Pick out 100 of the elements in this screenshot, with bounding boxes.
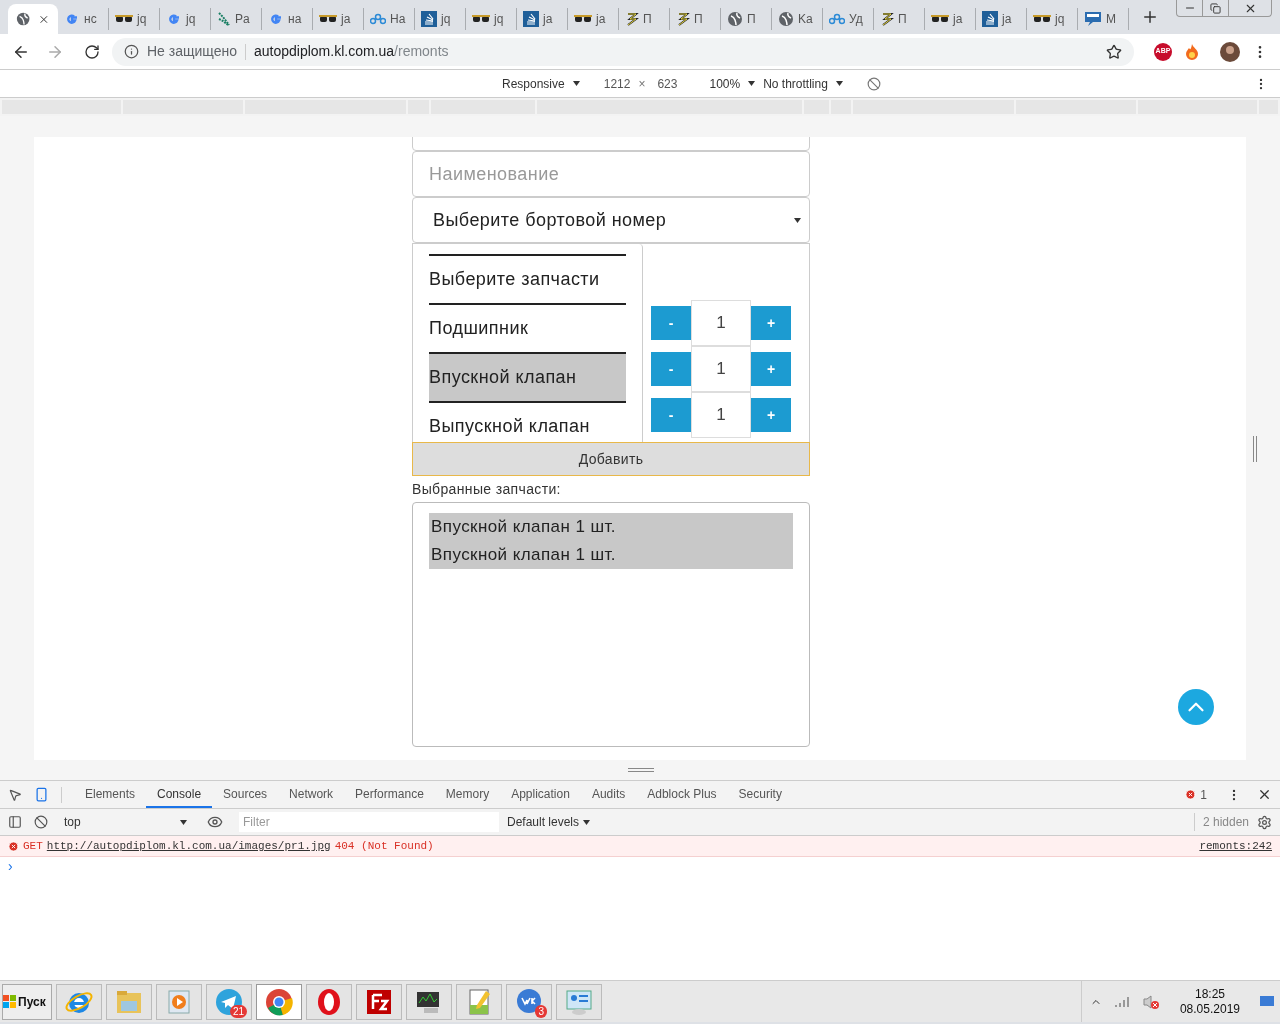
selected-part-option[interactable]: Впускной клапан 1 шт. <box>429 513 793 541</box>
sunglasses-icon <box>931 14 949 24</box>
devtools-tab[interactable]: Performance <box>344 781 435 808</box>
globe-icon <box>16 11 31 27</box>
device-dropdown[interactable]: Responsive <box>502 74 565 93</box>
devtools-tab[interactable]: Security <box>727 781 793 808</box>
error-icon <box>8 840 19 852</box>
zoom-dropdown[interactable]: 100% <box>709 74 741 93</box>
start-button[interactable]: Пуск <box>2 983 52 1020</box>
quantity-field[interactable]: 1 <box>691 346 751 392</box>
eye-icon[interactable] <box>207 814 223 830</box>
devtools-tab[interactable]: Network <box>278 781 345 808</box>
inspect-icon[interactable] <box>8 787 22 802</box>
browser-tab[interactable]: ja <box>925 8 976 30</box>
part-option[interactable]: Впускной клапан <box>429 352 626 401</box>
stack-icon <box>982 11 998 27</box>
browser-tab[interactable]: jq <box>109 8 160 30</box>
devtools-tab[interactable]: Elements <box>74 781 147 808</box>
clock[interactable]: 18:25 08.05.2019 <box>1171 986 1248 1017</box>
selected-parts-label: Выбранные запчасти: <box>412 480 562 499</box>
devtools-tab[interactable]: Memory <box>434 781 501 808</box>
resize-handle[interactable] <box>1253 436 1257 462</box>
coins-icon <box>880 11 894 27</box>
taskbar-app[interactable]: 3 <box>506 983 552 1020</box>
height-field[interactable]: 623 <box>657 74 678 93</box>
clear-console-icon[interactable] <box>34 815 48 829</box>
sunglasses-icon <box>472 14 490 24</box>
taskbar-app[interactable] <box>306 983 352 1020</box>
browser-tab[interactable]: Pa <box>211 8 262 30</box>
device-icon[interactable] <box>34 787 49 802</box>
screen-icon <box>1084 11 1102 27</box>
signal-icon[interactable] <box>1113 995 1130 1008</box>
settings-icon[interactable] <box>1257 814 1272 830</box>
browser-tab[interactable]: на <box>262 8 313 30</box>
browser-tab[interactable]: П <box>721 8 772 30</box>
devtools-tab[interactable]: Application <box>500 781 581 808</box>
browser-tab[interactable]: П <box>619 8 670 30</box>
browser-tab[interactable]: Ka <box>772 8 823 30</box>
error-url-link[interactable]: http://autopdiplom.kl.com.ua/images/pr1.jpg <box>46 837 331 855</box>
muted-speaker-icon[interactable] <box>1141 993 1160 1010</box>
throttling-dropdown[interactable]: No throttling <box>763 74 828 93</box>
width-field[interactable]: 1212 <box>603 74 631 93</box>
browser-tab[interactable]: Ha <box>364 8 415 30</box>
security-label: Не защищено <box>147 42 237 61</box>
selected-part-option[interactable]: Впускной клапан 1 шт. <box>429 541 793 569</box>
error-count[interactable]: 1 <box>1200 785 1207 804</box>
paper-plane-icon <box>214 986 244 1017</box>
taskbar-app[interactable] <box>406 983 452 1020</box>
sidebar-toggle-icon[interactable] <box>8 815 22 829</box>
browser-tab[interactable]: ja <box>976 8 1027 30</box>
browser-tab[interactable]: ja <box>517 8 568 30</box>
browser-tab[interactable]: jq <box>160 8 211 30</box>
taskbar-app[interactable] <box>356 983 402 1020</box>
nodes-icon <box>370 13 386 25</box>
taskbar-app[interactable]: 21 <box>206 983 252 1020</box>
browser-tab[interactable]: нс <box>58 8 109 30</box>
quantity-field[interactable]: 1 <box>691 392 751 438</box>
browser-tab[interactable]: П <box>670 8 721 30</box>
coins-icon <box>676 11 690 27</box>
quantity-field[interactable]: 1 <box>691 300 751 346</box>
reload-icon[interactable] <box>84 43 100 60</box>
devtools-tab[interactable]: Audits <box>580 781 637 808</box>
levels-dropdown[interactable]: Default levels <box>507 813 580 831</box>
restore-icon <box>1210 2 1221 14</box>
browser-tab[interactable]: jq <box>415 8 466 30</box>
browser-tab[interactable]: П <box>874 8 925 30</box>
flame-icon[interactable] <box>1184 42 1200 61</box>
scroll-top-button[interactable] <box>1178 689 1214 725</box>
browser-tab[interactable]: jq <box>1027 8 1078 30</box>
browser-tab[interactable]: M <box>1078 8 1129 30</box>
caret-icon <box>835 81 843 86</box>
avatar-icon[interactable] <box>1220 41 1240 62</box>
globe-icon <box>727 11 743 27</box>
error-method: GET <box>23 838 43 854</box>
dots-icon <box>217 11 231 27</box>
browser-tab[interactable]: ja <box>313 8 364 30</box>
source-link[interactable]: remonts:242 <box>1199 837 1272 855</box>
coins-icon <box>625 11 639 27</box>
browser-tab[interactable]: jq <box>466 8 517 30</box>
error-icon <box>1185 789 1197 800</box>
bookmark-star-icon[interactable] <box>1106 43 1122 60</box>
close-icon[interactable] <box>1257 787 1272 802</box>
board-number-select[interactable]: Выберите бортовой номер <box>412 197 810 243</box>
console-prompt[interactable]: › <box>0 857 1280 875</box>
info-icon <box>124 44 139 59</box>
chrome-icon <box>264 986 294 1017</box>
context-select[interactable]: top <box>64 813 180 831</box>
selected-parts-listbox[interactable]: Впускной клапан 1 шт. Впускной клапан 1 шт. <box>412 502 810 747</box>
devtools-tab[interactable]: Adblock Plus <box>636 781 728 808</box>
browser-tab[interactable]: Уд <box>823 8 874 30</box>
add-button[interactable]: Добавить <box>412 442 810 476</box>
new-tab-icon[interactable] <box>1141 8 1159 26</box>
browser-tab[interactable] <box>8 4 58 34</box>
resize-handle[interactable] <box>628 768 654 772</box>
show-desktop-icon[interactable] <box>1260 995 1274 1008</box>
part-option[interactable]: Выберите запчасти <box>429 254 626 303</box>
devtools-tab[interactable]: Sources <box>212 781 279 808</box>
browser-tab[interactable]: ja <box>568 8 619 30</box>
g-letter-icon <box>166 11 182 27</box>
address-field[interactable]: Не защищено autopdiplom.kl.com.ua/remonts <box>112 37 1134 66</box>
